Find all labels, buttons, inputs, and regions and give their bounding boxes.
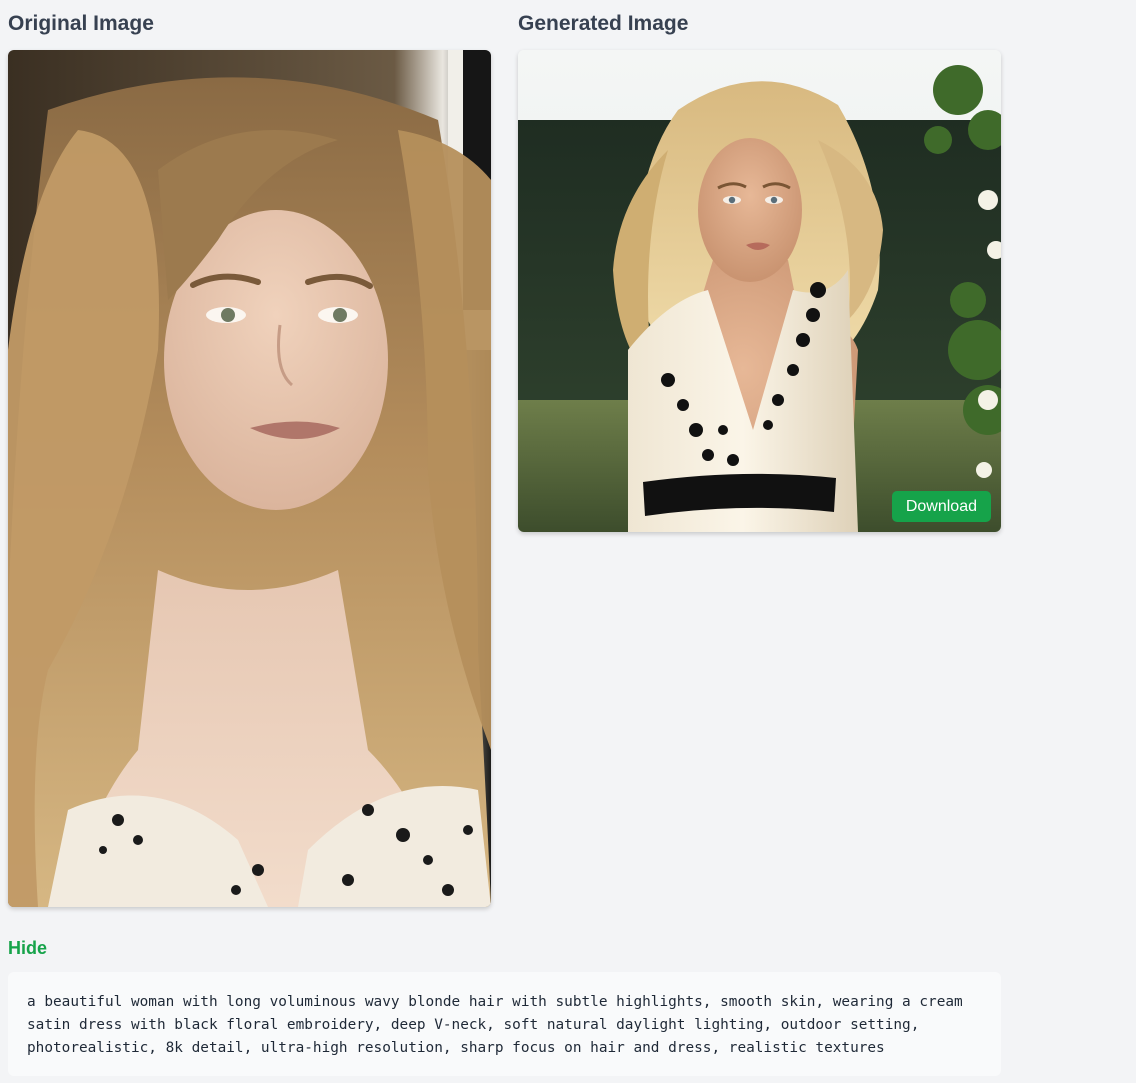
generated-image-title: Generated Image (518, 12, 689, 35)
generated-image (518, 50, 1001, 532)
image-comparison-view: Original Image Generated Image Download … (0, 0, 1136, 1083)
prompt-text: a beautiful woman with long voluminous w… (27, 994, 972, 1056)
download-button[interactable]: Download (891, 491, 991, 522)
original-image-title: Original Image (8, 12, 154, 35)
prompt-text-box: a beautiful woman with long voluminous w… (8, 972, 1001, 1076)
original-image-card (8, 50, 491, 907)
generated-image-card: Download (518, 50, 1001, 532)
hide-prompt-toggle[interactable]: Hide (8, 938, 47, 959)
original-image (8, 50, 491, 907)
